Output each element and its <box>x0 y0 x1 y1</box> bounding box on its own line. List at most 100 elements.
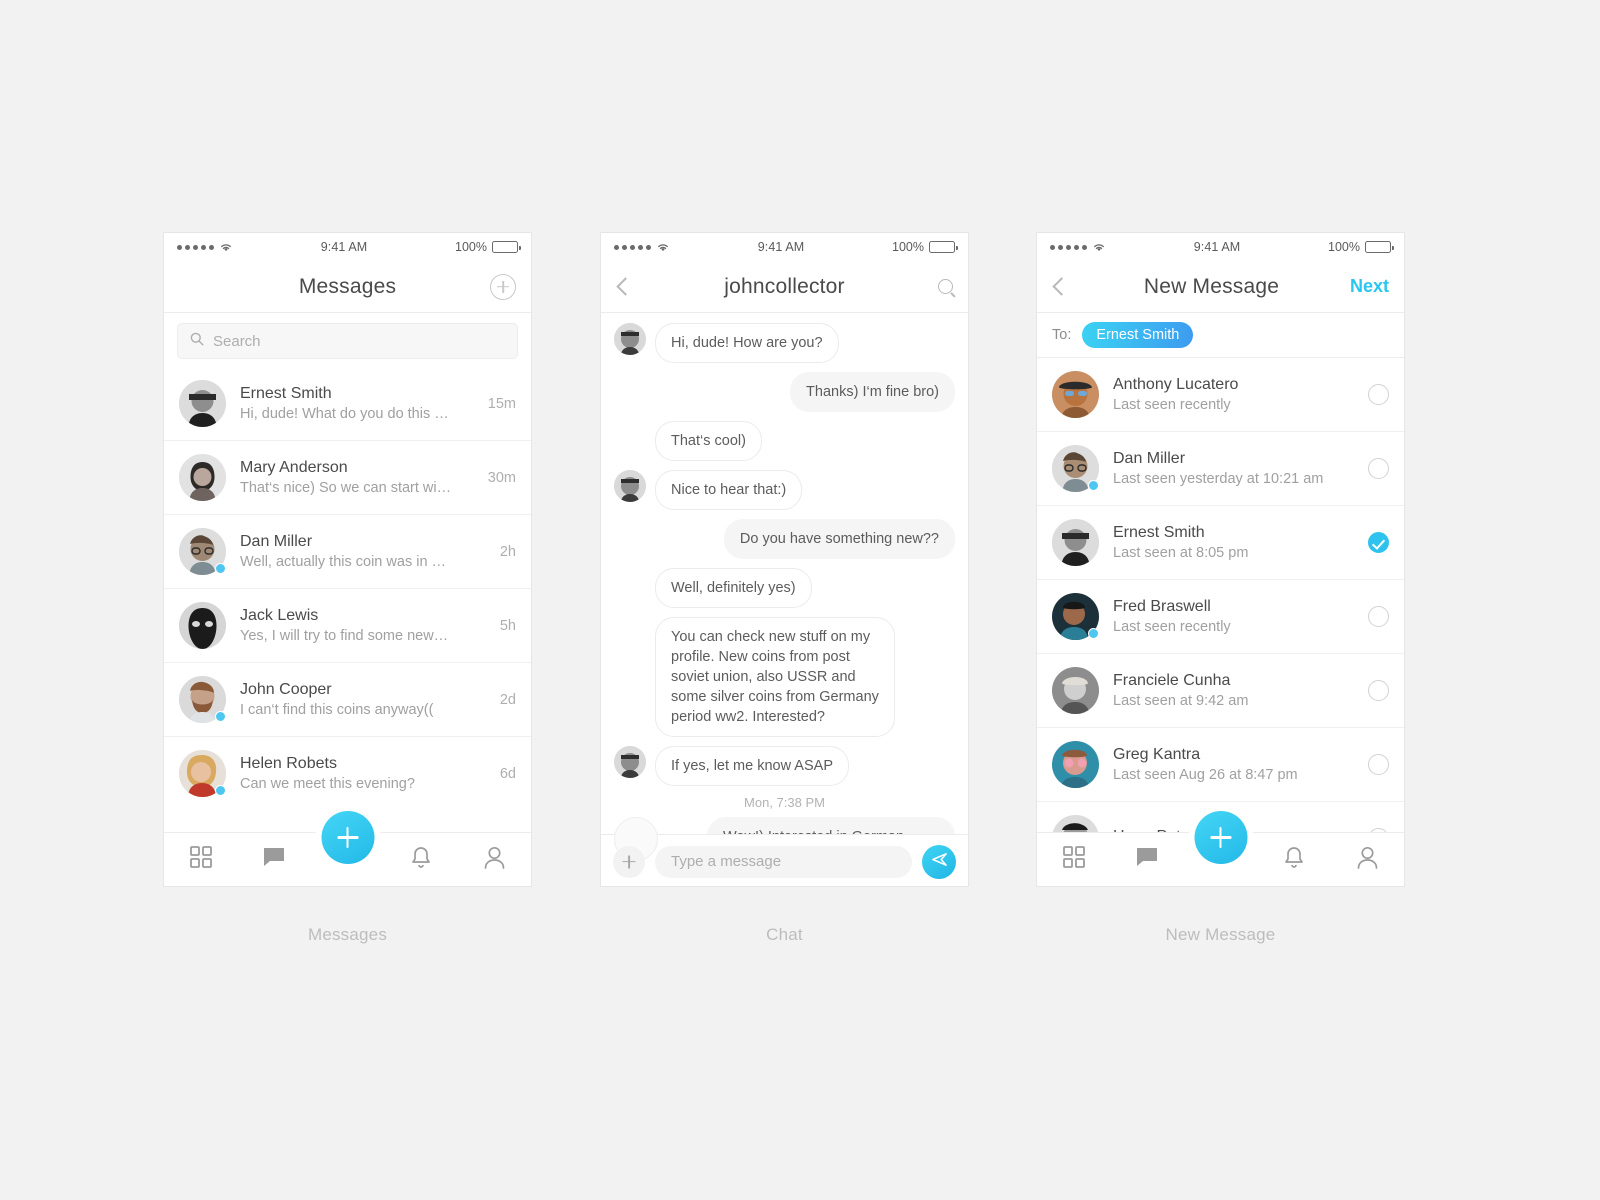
tab-chats[interactable] <box>1110 846 1183 873</box>
compose-fab-button[interactable] <box>321 811 374 864</box>
tab-alerts[interactable] <box>1257 846 1330 874</box>
contact-name: Helen Robets <box>240 755 337 772</box>
back-button[interactable] <box>1052 277 1092 296</box>
status-battery-area: 100% <box>892 240 958 254</box>
status-signal <box>177 242 233 253</box>
select-radio[interactable] <box>1368 606 1389 627</box>
list-item[interactable]: Ernest Smith Last seen at 8:05 pm <box>1037 506 1404 580</box>
recipients-field[interactable]: To: Ernest Smith <box>1037 313 1404 358</box>
avatar <box>179 750 226 797</box>
message-bubble: Well, definitely yes) <box>655 568 812 608</box>
battery-percent: 100% <box>892 240 924 254</box>
list-item[interactable]: Ernest Smith Hi, dude! What do you do th… <box>164 367 531 441</box>
recipient-chip[interactable]: Ernest Smith <box>1082 322 1194 348</box>
compose-fab-button[interactable] <box>1194 811 1247 864</box>
phone-frame-new-message: 9:41 AM 100% New Message Next To: Ernest… <box>1036 232 1405 887</box>
chat-message-in: If yes, let me know ASAP <box>614 746 955 786</box>
online-badge <box>1088 628 1099 639</box>
contact-status: Last seen Aug 26 at 8:47 pm <box>1113 767 1298 783</box>
bell-icon <box>1284 846 1304 874</box>
contact-status: Last seen yesterday at 10:21 am <box>1113 471 1324 487</box>
list-item[interactable]: Franciele Cunha Last seen at 9:42 am <box>1037 654 1404 728</box>
contact-name: Ernest Smith <box>240 385 332 402</box>
timestamp: 6d <box>499 765 516 782</box>
list-item[interactable]: Helen Robets Can we meet this evening? 6… <box>164 737 531 805</box>
message-preview: I can‘t find this coins anyway(( <box>240 702 434 718</box>
new-conversation-button[interactable] <box>476 273 516 300</box>
grid-icon <box>1062 846 1085 873</box>
avatar-placeholder <box>614 817 658 861</box>
timestamp: 2h <box>499 543 516 560</box>
tab-profile[interactable] <box>458 846 531 874</box>
list-item[interactable]: Mary Anderson That‘s nice) So we can sta… <box>164 441 531 515</box>
contact-name: Jack Lewis <box>240 607 319 624</box>
message-preview: Can we meet this evening? <box>240 776 415 792</box>
next-button[interactable]: Next <box>1331 276 1389 297</box>
message-bubble: Hi, dude! How are you? <box>655 323 839 363</box>
list-item[interactable]: Dan Miller Last seen yesterday at 10:21 … <box>1037 432 1404 506</box>
attach-button[interactable] <box>613 845 645 878</box>
tab-profile[interactable] <box>1331 846 1404 874</box>
chat-message-list[interactable]: Hi, dude! How are you? Thanks) I‘m fine … <box>601 313 968 861</box>
nav-bar-new-message: New Message Next <box>1037 261 1404 313</box>
person-icon <box>484 846 505 874</box>
chat-bubble-icon <box>1135 846 1159 873</box>
chat-message-in: You can check new stuff on my profile. N… <box>614 617 955 737</box>
page-title: Messages <box>298 274 397 298</box>
contact-name: Anthony Lucatero <box>1113 376 1239 393</box>
message-preview: That‘s nice) So we can start wi… <box>240 480 452 496</box>
select-radio[interactable] <box>1368 384 1389 405</box>
list-item[interactable]: Anthony Lucatero Last seen recently <box>1037 358 1404 432</box>
search-row: Search <box>164 313 531 367</box>
avatar <box>179 676 226 723</box>
send-icon <box>931 851 948 873</box>
avatar <box>1052 371 1099 418</box>
list-item[interactable]: John Cooper I can‘t find this coins anyw… <box>164 663 531 737</box>
list-item[interactable]: Greg Kantra Last seen Aug 26 at 8:47 pm <box>1037 728 1404 802</box>
status-battery-area: 100% <box>455 240 521 254</box>
to-label: To: <box>1052 327 1072 343</box>
select-radio[interactable] <box>1368 458 1389 479</box>
list-item[interactable]: Jack Lewis Yes, I will try to find some … <box>164 589 531 663</box>
tab-chats[interactable] <box>237 846 310 873</box>
signal-dots-icon <box>614 244 651 250</box>
battery-icon <box>929 241 958 253</box>
avatar <box>614 323 646 355</box>
wifi-icon <box>1092 242 1106 253</box>
select-radio-checked[interactable] <box>1368 532 1389 553</box>
online-badge <box>215 785 226 796</box>
avatar <box>179 380 226 427</box>
search-input[interactable]: Search <box>177 323 518 359</box>
tab-alerts[interactable] <box>384 846 457 874</box>
status-time: 9:41 AM <box>320 240 368 254</box>
message-bubble: That‘s cool) <box>655 421 762 461</box>
avatar <box>614 746 646 778</box>
tab-grid[interactable] <box>1037 846 1110 873</box>
timestamp: 15m <box>487 395 516 412</box>
chat-bubble-icon <box>262 846 286 873</box>
status-bar: 9:41 AM 100% <box>601 233 968 261</box>
list-item[interactable]: Fred Braswell Last seen recently <box>1037 580 1404 654</box>
conversation-list[interactable]: Ernest Smith Hi, dude! What do you do th… <box>164 367 531 805</box>
nav-bar-chat: johncollector <box>601 261 968 313</box>
tab-grid[interactable] <box>164 846 237 873</box>
avatar <box>1052 741 1099 788</box>
avatar-spacer <box>614 568 646 600</box>
chat-search-button[interactable] <box>913 279 953 294</box>
select-radio[interactable] <box>1368 680 1389 701</box>
signal-dots-icon <box>177 244 214 250</box>
avatar <box>179 602 226 649</box>
select-radio[interactable] <box>1368 754 1389 775</box>
timestamp: 30m <box>487 469 516 486</box>
signal-dots-icon <box>1050 244 1087 250</box>
contact-status: Last seen recently <box>1113 619 1231 635</box>
message-input[interactable]: Type a message <box>655 845 912 878</box>
wifi-icon <box>219 242 233 253</box>
online-badge <box>215 563 226 574</box>
avatar <box>1052 519 1099 566</box>
back-button[interactable] <box>616 277 656 296</box>
send-button[interactable] <box>922 844 956 879</box>
status-time: 9:41 AM <box>1193 240 1241 254</box>
list-item[interactable]: Dan Miller Well, actually this coin was … <box>164 515 531 589</box>
contact-list[interactable]: Anthony Lucatero Last seen recently Dan … <box>1037 358 1404 835</box>
